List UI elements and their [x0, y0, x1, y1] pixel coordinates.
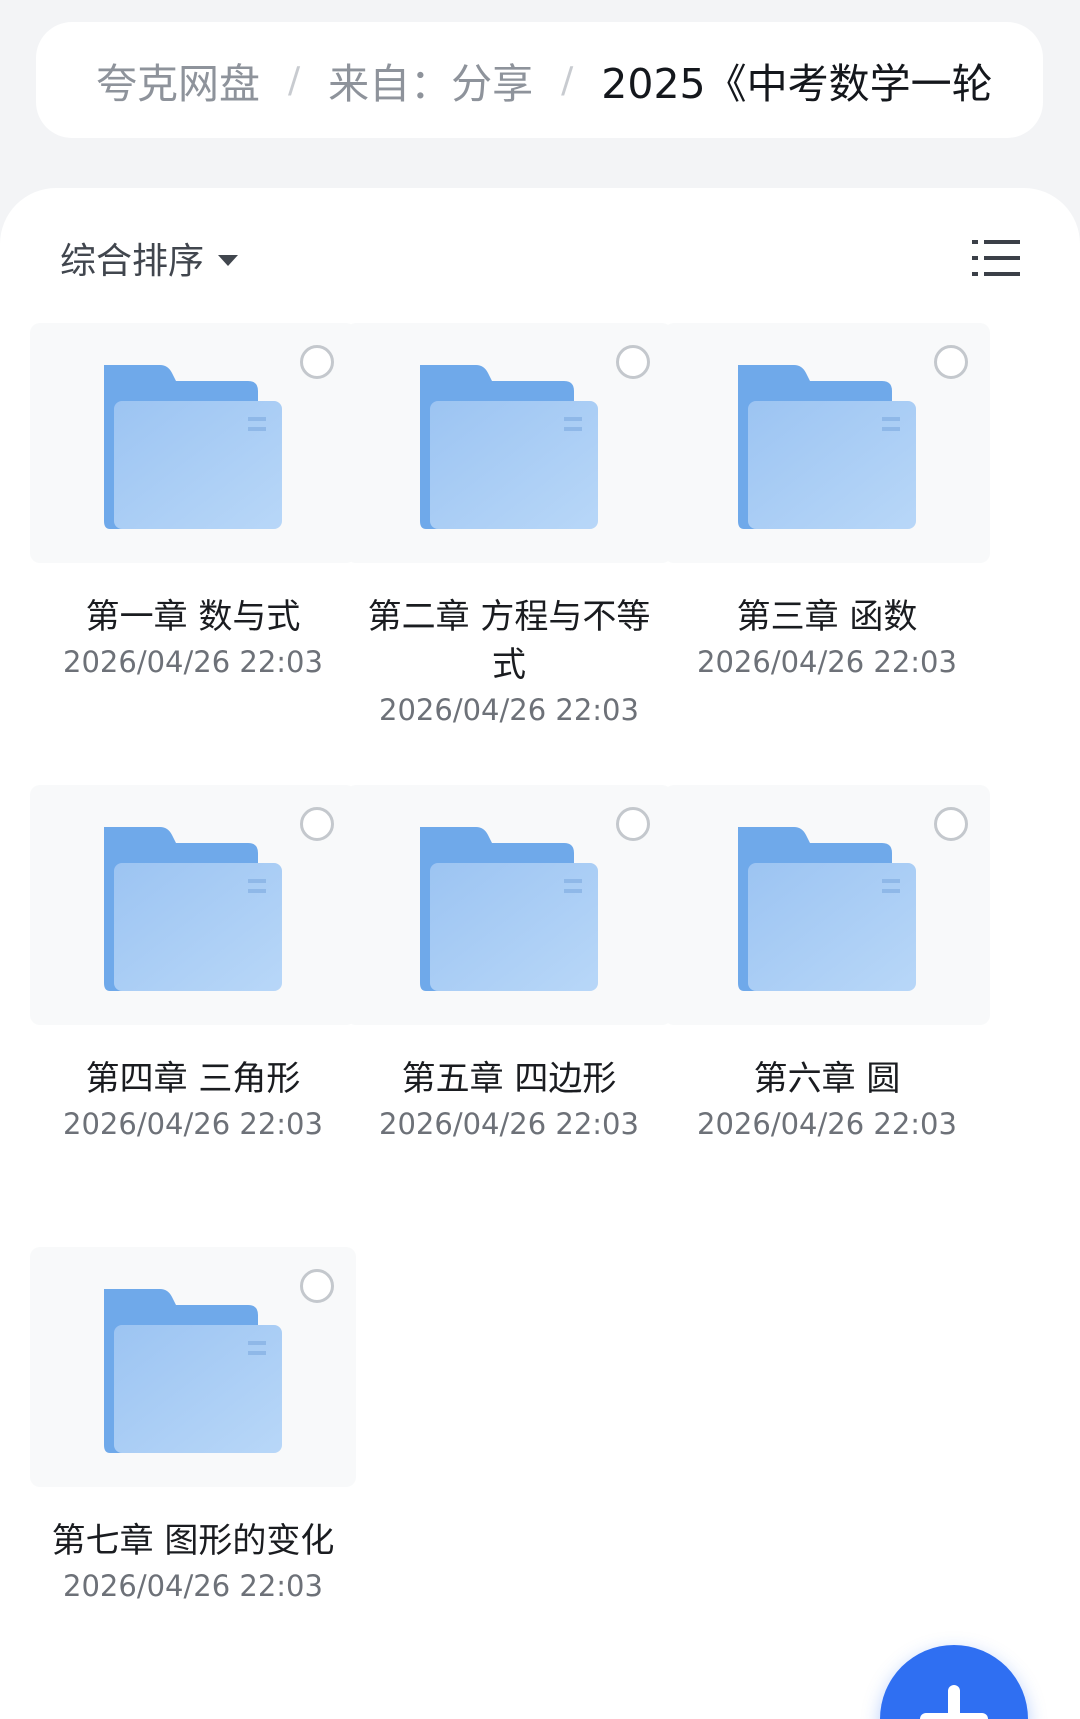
- folder-date: 2026/04/26 22:03: [63, 1107, 323, 1141]
- folder-date: 2026/04/26 22:03: [697, 1107, 957, 1141]
- plus-icon-bar: [920, 1713, 988, 1719]
- folder-thumbnail: [30, 323, 356, 563]
- folder-name: 第二章 方程与不等式: [367, 597, 651, 685]
- folder-icon: [98, 361, 288, 535]
- file-list-panel: 综合排序 第一章 数与式 2026/04/26 22:03 第二章 方程与不等式 20…: [0, 188, 1080, 1719]
- breadcrumb-separator: /: [561, 59, 574, 101]
- folder-name: 第六章 圆: [753, 1059, 901, 1099]
- folder-name: 第七章 图形的变化: [51, 1521, 335, 1561]
- select-checkbox[interactable]: [300, 1269, 334, 1303]
- breadcrumb-shared[interactable]: 来自：分享: [328, 50, 533, 110]
- select-checkbox[interactable]: [616, 345, 650, 379]
- select-checkbox[interactable]: [300, 345, 334, 379]
- list-view-icon[interactable]: [972, 238, 1020, 278]
- folder-item[interactable]: 第七章 图形的变化 2026/04/26 22:03: [30, 1247, 356, 1607]
- toolbar: 综合排序: [60, 228, 1020, 288]
- folder-item[interactable]: 第二章 方程与不等式 2026/04/26 22:03: [346, 323, 672, 731]
- folder-thumbnail: [664, 323, 990, 563]
- folder-icon: [732, 823, 922, 997]
- folder-item[interactable]: 第六章 圆 2026/04/26 22:03: [664, 785, 990, 1145]
- app-screen: 夸克网盘 / 来自：分享 / 2025《中考数学一轮 综合排序 第一章 数与式 …: [0, 0, 1080, 1719]
- breadcrumb: 夸克网盘 / 来自：分享 / 2025《中考数学一轮: [36, 22, 1043, 138]
- folder-name: 第一章 数与式: [85, 597, 301, 637]
- folder-icon: [98, 1285, 288, 1459]
- breadcrumb-separator: /: [288, 59, 301, 101]
- folder-icon: [414, 823, 604, 997]
- folder-name: 第四章 三角形: [85, 1059, 301, 1099]
- select-checkbox[interactable]: [300, 807, 334, 841]
- folder-name: 第三章 函数: [736, 597, 918, 637]
- sort-dropdown[interactable]: 综合排序: [60, 232, 239, 284]
- folder-thumbnail: [664, 785, 990, 1025]
- folder-icon: [732, 361, 922, 535]
- folder-date: 2026/04/26 22:03: [63, 1569, 323, 1603]
- folder-thumbnail: [346, 785, 672, 1025]
- folder-thumbnail: [30, 1247, 356, 1487]
- breadcrumb-current-folder: 2025《中考数学一轮: [601, 60, 993, 108]
- select-checkbox[interactable]: [934, 807, 968, 841]
- folder-thumbnail: [30, 785, 356, 1025]
- folder-date: 2026/04/26 22:03: [697, 645, 957, 679]
- sort-label: 综合排序: [60, 241, 205, 282]
- breadcrumb-root[interactable]: 夸克网盘: [96, 50, 260, 110]
- folder-item[interactable]: 第四章 三角形 2026/04/26 22:03: [30, 785, 356, 1145]
- select-checkbox[interactable]: [616, 807, 650, 841]
- folder-date: 2026/04/26 22:03: [379, 1107, 639, 1141]
- folder-icon: [98, 823, 288, 997]
- folder-item[interactable]: 第三章 函数 2026/04/26 22:03: [664, 323, 990, 683]
- folder-date: 2026/04/26 22:03: [63, 645, 323, 679]
- caret-down-icon: [218, 254, 239, 266]
- folder-date: 2026/04/26 22:03: [379, 693, 639, 727]
- folder-item[interactable]: 第五章 四边形 2026/04/26 22:03: [346, 785, 672, 1145]
- folder-icon: [414, 361, 604, 535]
- folder-item[interactable]: 第一章 数与式 2026/04/26 22:03: [30, 323, 356, 683]
- folder-name: 第五章 四边形: [401, 1059, 617, 1099]
- folder-thumbnail: [346, 323, 672, 563]
- select-checkbox[interactable]: [934, 345, 968, 379]
